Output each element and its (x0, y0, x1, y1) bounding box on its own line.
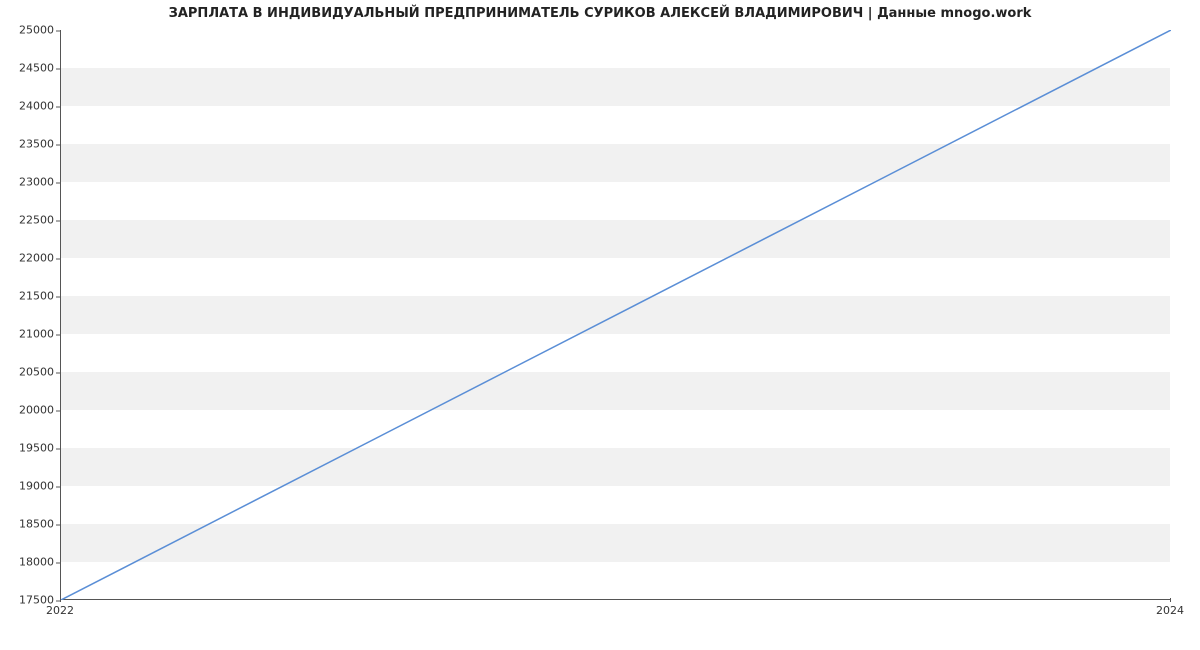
chart-container: ЗАРПЛАТА В ИНДИВИДУАЛЬНЫЙ ПРЕДПРИНИМАТЕЛ… (0, 0, 1200, 650)
y-tick-label: 20500 (4, 366, 54, 379)
x-tick-label: 2024 (1156, 604, 1184, 617)
y-tick-label: 24500 (4, 62, 54, 75)
x-tick-label: 2022 (46, 604, 74, 617)
y-tick-label: 21000 (4, 328, 54, 341)
y-tick-label: 18000 (4, 556, 54, 569)
y-tick-label: 20000 (4, 404, 54, 417)
y-tick-label: 18500 (4, 518, 54, 531)
y-tick-label: 19500 (4, 442, 54, 455)
y-tick-label: 23500 (4, 138, 54, 151)
chart-title: ЗАРПЛАТА В ИНДИВИДУАЛЬНЫЙ ПРЕДПРИНИМАТЕЛ… (0, 6, 1200, 21)
y-tick-label: 22500 (4, 214, 54, 227)
y-tick-label: 25000 (4, 24, 54, 37)
y-tick-label: 19000 (4, 480, 54, 493)
y-tick-label: 23000 (4, 176, 54, 189)
y-tick-label: 24000 (4, 100, 54, 113)
y-tick-label: 22000 (4, 252, 54, 265)
plot-area (60, 30, 1170, 600)
y-tick-label: 21500 (4, 290, 54, 303)
line-series (61, 30, 1171, 600)
